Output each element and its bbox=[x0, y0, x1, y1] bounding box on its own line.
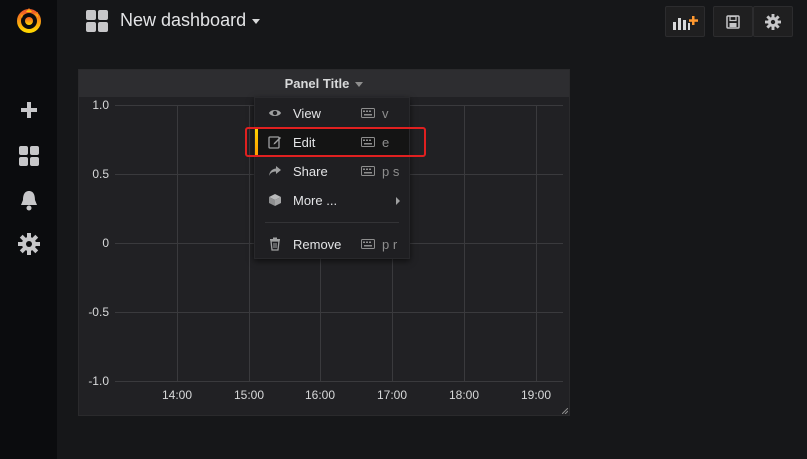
cube-icon bbox=[269, 194, 281, 206]
menu-item-share[interactable]: Share p s bbox=[255, 157, 409, 186]
trash-icon bbox=[270, 237, 280, 251]
x-tick-label: 19:00 bbox=[520, 388, 552, 402]
alerting-bell-icon[interactable] bbox=[0, 183, 57, 217]
share-icon bbox=[269, 166, 281, 176]
plus-icon[interactable] bbox=[0, 93, 57, 127]
menu-item-shortcut: p r bbox=[382, 237, 398, 252]
add-panel-button[interactable] bbox=[665, 6, 705, 37]
x-tick-label: 18:00 bbox=[448, 388, 480, 402]
y-tick-label: -1.0 bbox=[88, 374, 109, 388]
edit-highlight-box bbox=[245, 127, 426, 157]
x-tick-label: 17:00 bbox=[376, 388, 408, 402]
y-tick-label: 0.5 bbox=[92, 167, 109, 181]
configuration-gear-icon[interactable] bbox=[0, 227, 57, 261]
menu-item-more[interactable]: More ... bbox=[255, 186, 409, 215]
keyboard-icon bbox=[361, 108, 375, 118]
panel-menu: View v Edit e Share p s More ... Remove … bbox=[254, 97, 410, 259]
menu-item-label: View bbox=[293, 106, 321, 121]
settings-icon bbox=[765, 13, 781, 30]
dashboard-title: New dashboard bbox=[120, 10, 247, 30]
keyboard-icon bbox=[361, 239, 375, 249]
menu-divider bbox=[265, 222, 399, 223]
y-tick-label: -0.5 bbox=[88, 305, 109, 319]
save-dashboard-button[interactable] bbox=[713, 6, 753, 37]
save-icon bbox=[726, 14, 740, 29]
x-tick-label: 15:00 bbox=[233, 388, 265, 402]
y-tick-label: 0 bbox=[102, 236, 109, 250]
eye-icon bbox=[269, 110, 281, 116]
menu-item-remove[interactable]: Remove p r bbox=[255, 230, 409, 259]
dashboards-icon[interactable] bbox=[0, 139, 57, 173]
menu-item-label: Share bbox=[293, 164, 328, 179]
side-menu bbox=[0, 0, 57, 459]
resize-handle[interactable] bbox=[562, 408, 568, 414]
menu-item-shortcut: v bbox=[382, 106, 389, 121]
dashboard-settings-button[interactable] bbox=[753, 6, 793, 37]
dashboard-grid-icon[interactable] bbox=[86, 10, 108, 32]
keyboard-icon bbox=[361, 166, 375, 176]
menu-item-view[interactable]: View v bbox=[255, 99, 409, 128]
menu-item-label: More ... bbox=[293, 193, 338, 208]
x-tick-label: 16:00 bbox=[304, 388, 336, 402]
y-tick-label: 1.0 bbox=[92, 98, 109, 112]
dashboard-title-dropdown[interactable]: New dashboard bbox=[120, 9, 261, 31]
menu-item-label: Remove bbox=[293, 237, 342, 252]
grafana-logo[interactable] bbox=[0, 3, 57, 37]
submenu-arrow-icon bbox=[396, 197, 400, 205]
menu-item-shortcut: p s bbox=[382, 164, 400, 179]
caret-down-icon bbox=[252, 18, 261, 24]
add-panel-icon bbox=[673, 15, 698, 30]
x-tick-label: 14:00 bbox=[161, 388, 193, 402]
